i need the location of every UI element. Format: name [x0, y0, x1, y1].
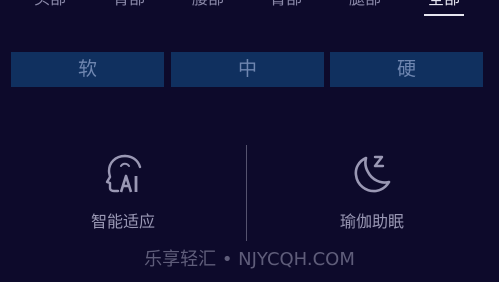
tab-waist[interactable]: 腰部 [178, 0, 238, 10]
tab-head[interactable]: 头部 [20, 0, 80, 10]
tab-all[interactable]: 全部 [414, 0, 474, 16]
body-part-tabs: 头部 背部 腰部 臀部 腿部 全部 [0, 0, 499, 28]
moon-sleep-icon [354, 155, 391, 193]
tab-hip[interactable]: 臀部 [256, 0, 316, 10]
yoga-sleep-label: 瑜伽助眠 [339, 212, 404, 231]
medium-button[interactable]: 中 [171, 52, 324, 87]
watermark-text: 乐享轻汇 • NJYCQH.COM [144, 249, 355, 270]
tab-back[interactable]: 背部 [99, 0, 159, 10]
hard-button[interactable]: 硬 [330, 52, 483, 87]
yoga-sleep-mode[interactable]: 瑜伽助眠 [322, 150, 422, 232]
ai-adaptive-mode[interactable]: 智能适应 [73, 150, 173, 232]
soft-button[interactable]: 软 [11, 52, 164, 87]
ai-head-icon [105, 154, 142, 193]
firmness-selector: 软 中 硬 [0, 52, 499, 88]
mode-divider [246, 145, 247, 241]
ai-adaptive-label: 智能适应 [90, 212, 155, 231]
tab-leg[interactable]: 腿部 [335, 0, 395, 10]
